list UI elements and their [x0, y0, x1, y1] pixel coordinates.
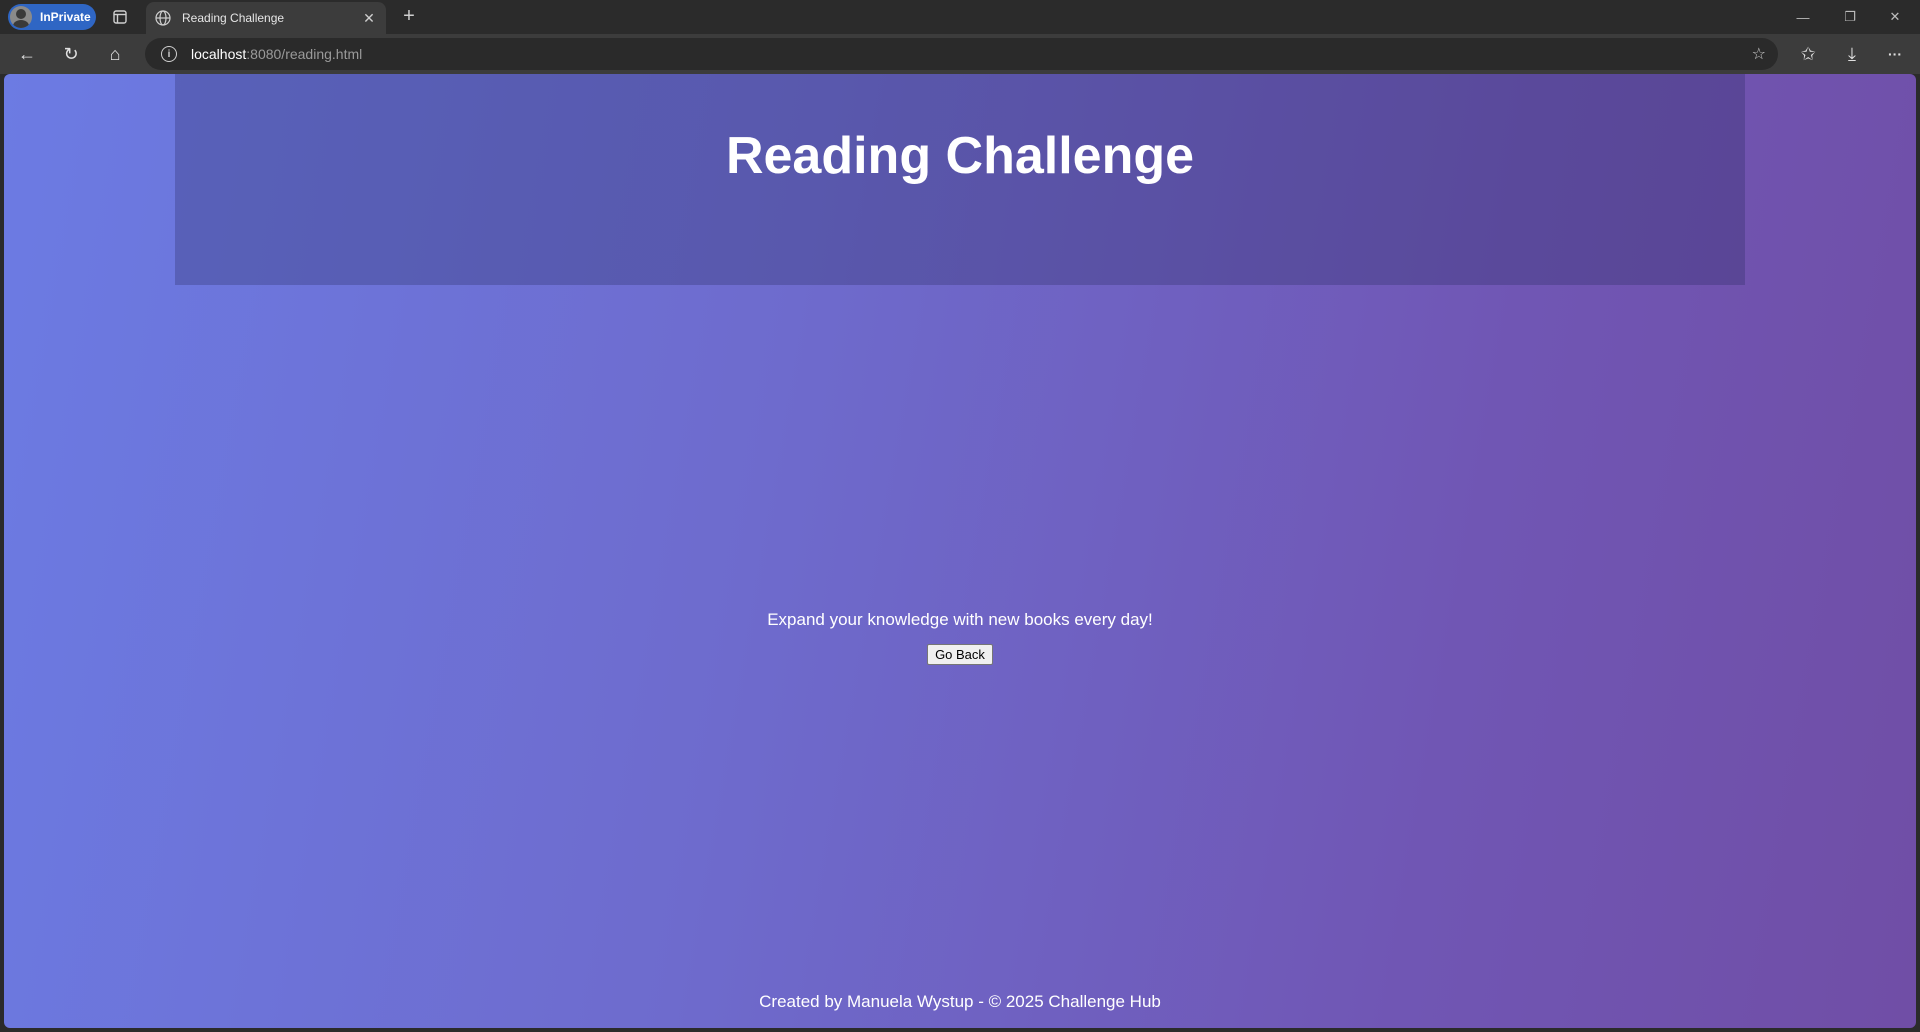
url-path: :8080/reading.html — [246, 46, 363, 62]
home-button[interactable]: ⌂ — [100, 40, 130, 68]
restore-button[interactable]: ❐ — [1827, 0, 1873, 34]
profile-avatar-icon — [10, 6, 32, 28]
more-menu-icon[interactable]: ··· — [1880, 40, 1910, 68]
back-button[interactable]: ← — [12, 40, 42, 68]
tab-close-icon[interactable]: ✕ — [358, 10, 380, 27]
tab-title: Reading Challenge — [182, 11, 285, 25]
site-info-icon[interactable]: i — [161, 46, 177, 62]
new-tab-button[interactable]: + — [398, 6, 420, 28]
page-footer: Created by Manuela Wystup - © 2025 Chall… — [759, 992, 1161, 1011]
url-host: localhost — [191, 46, 247, 62]
minimize-button[interactable]: — — [1780, 0, 1826, 34]
globe-icon — [155, 10, 171, 26]
go-back-button[interactable]: Go Back — [927, 644, 993, 665]
page-header: Reading Challenge — [175, 74, 1745, 285]
inprivate-badge[interactable]: InPrivate — [8, 4, 96, 30]
tab-actions-icon[interactable] — [108, 6, 132, 28]
reload-button[interactable]: ↻ — [56, 40, 86, 68]
close-window-button[interactable]: ✕ — [1872, 0, 1918, 34]
page-viewport: Reading Challenge Expand your knowledge … — [4, 74, 1916, 1028]
inprivate-label: InPrivate — [40, 10, 91, 24]
browser-toolbar: ← ↻ ⌂ i localhost:8080/reading.html ☆ ✩ … — [0, 34, 1920, 74]
downloads-icon[interactable]: ⤓ — [1837, 40, 1867, 68]
browser-titlebar: InPrivate Reading Challenge ✕ + — ❐ ✕ — [0, 0, 1920, 34]
favorite-star-icon[interactable]: ☆ — [1752, 44, 1766, 64]
page-title: Reading Challenge — [725, 127, 1195, 185]
page-description: Expand your knowledge with new books eve… — [767, 610, 1153, 629]
address-bar[interactable]: i localhost:8080/reading.html ☆ — [145, 38, 1778, 70]
browser-tab[interactable]: Reading Challenge ✕ — [146, 2, 386, 34]
favorites-icon[interactable]: ✩ — [1793, 40, 1823, 68]
main-content: Expand your knowledge with new books eve… — [4, 610, 1916, 665]
